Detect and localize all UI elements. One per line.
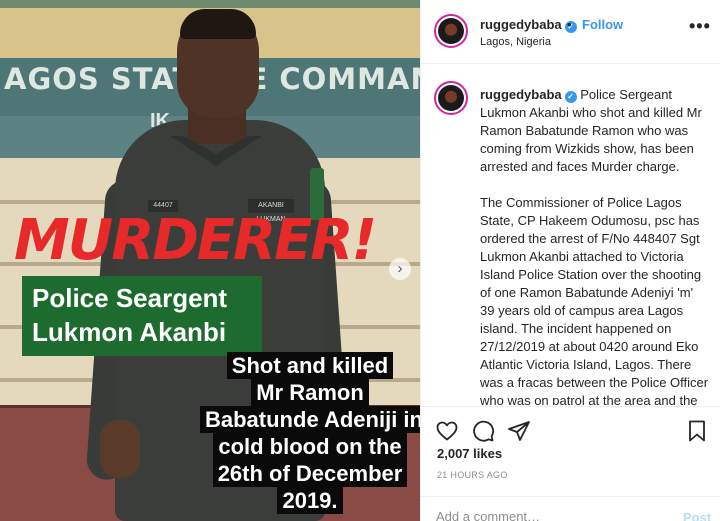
avatar[interactable] [434,14,468,48]
overlay-caption-line: cold blood on the [213,433,407,460]
post-timestamp[interactable]: 21 HOURS AGO [437,470,508,480]
avatar-image [438,85,464,111]
overlay-caption-line: 26th of December [212,460,408,487]
overlay-name-line: Lukmon Akanbi [32,317,227,347]
overlay-headline: MURDERER! [14,208,377,273]
post-panel: ruggedybaba ✓ • Follow Lagos, Nigeria •••… [420,0,720,521]
verified-badge-icon: ✓ [564,91,577,103]
paper-plane-icon[interactable] [507,419,531,443]
person-hair [180,9,256,39]
username-text: ruggedybaba [480,17,562,32]
post-photo[interactable]: AGOS STATE CE COMMAN IK 44407 AKANBI LUK… [0,0,420,521]
caption-username-text: ruggedybaba [480,87,562,102]
overlay-name-line: Police Seargent [32,283,228,313]
overlay-caption-line: Shot and killed [226,352,394,379]
comment-bar: Post [421,496,720,521]
bookmark-icon[interactable] [685,419,709,443]
caption-avatar[interactable] [434,81,468,115]
username-link[interactable]: ruggedybaba ✓ [480,17,577,33]
comment-icon[interactable] [471,419,495,443]
post-caption: ruggedybaba ✓ Police Sergeant Lukmon Akan… [480,86,710,405]
header-separator: • [567,17,572,32]
heart-icon[interactable] [435,419,459,443]
follow-button[interactable]: Follow [582,17,623,32]
comments-section[interactable]: ruggedybaba ✓ Police Sergeant Lukmon Akan… [421,65,720,405]
comment-input[interactable] [436,509,666,521]
carousel-next-button[interactable]: › [389,258,411,280]
overlay-caption-line: Mr Ramon [251,379,369,406]
post-comment-button[interactable]: Post [683,510,711,521]
overlay-caption-line: 2019. [277,487,343,514]
likes-count[interactable]: 2,007 likes [437,446,502,461]
person-hand [100,420,140,478]
avatar-image [438,18,464,44]
overlay-caption-line: Babatunde Adeniji in [200,406,420,433]
caption-text: The Commissioner of Police Lagos State, … [480,195,709,405]
caption-username[interactable]: ruggedybaba ✓ [480,87,577,103]
overlay-name-box: Police Seargent Lukmon Akanbi [22,276,262,356]
post-header: ruggedybaba ✓ • Follow Lagos, Nigeria ••• [421,0,720,64]
overlay-caption-box: Shot and killed Mr Ramon Babatunde Adeni… [200,352,420,514]
location-link[interactable]: Lagos, Nigeria [480,36,551,48]
more-options-icon[interactable]: ••• [689,16,711,37]
